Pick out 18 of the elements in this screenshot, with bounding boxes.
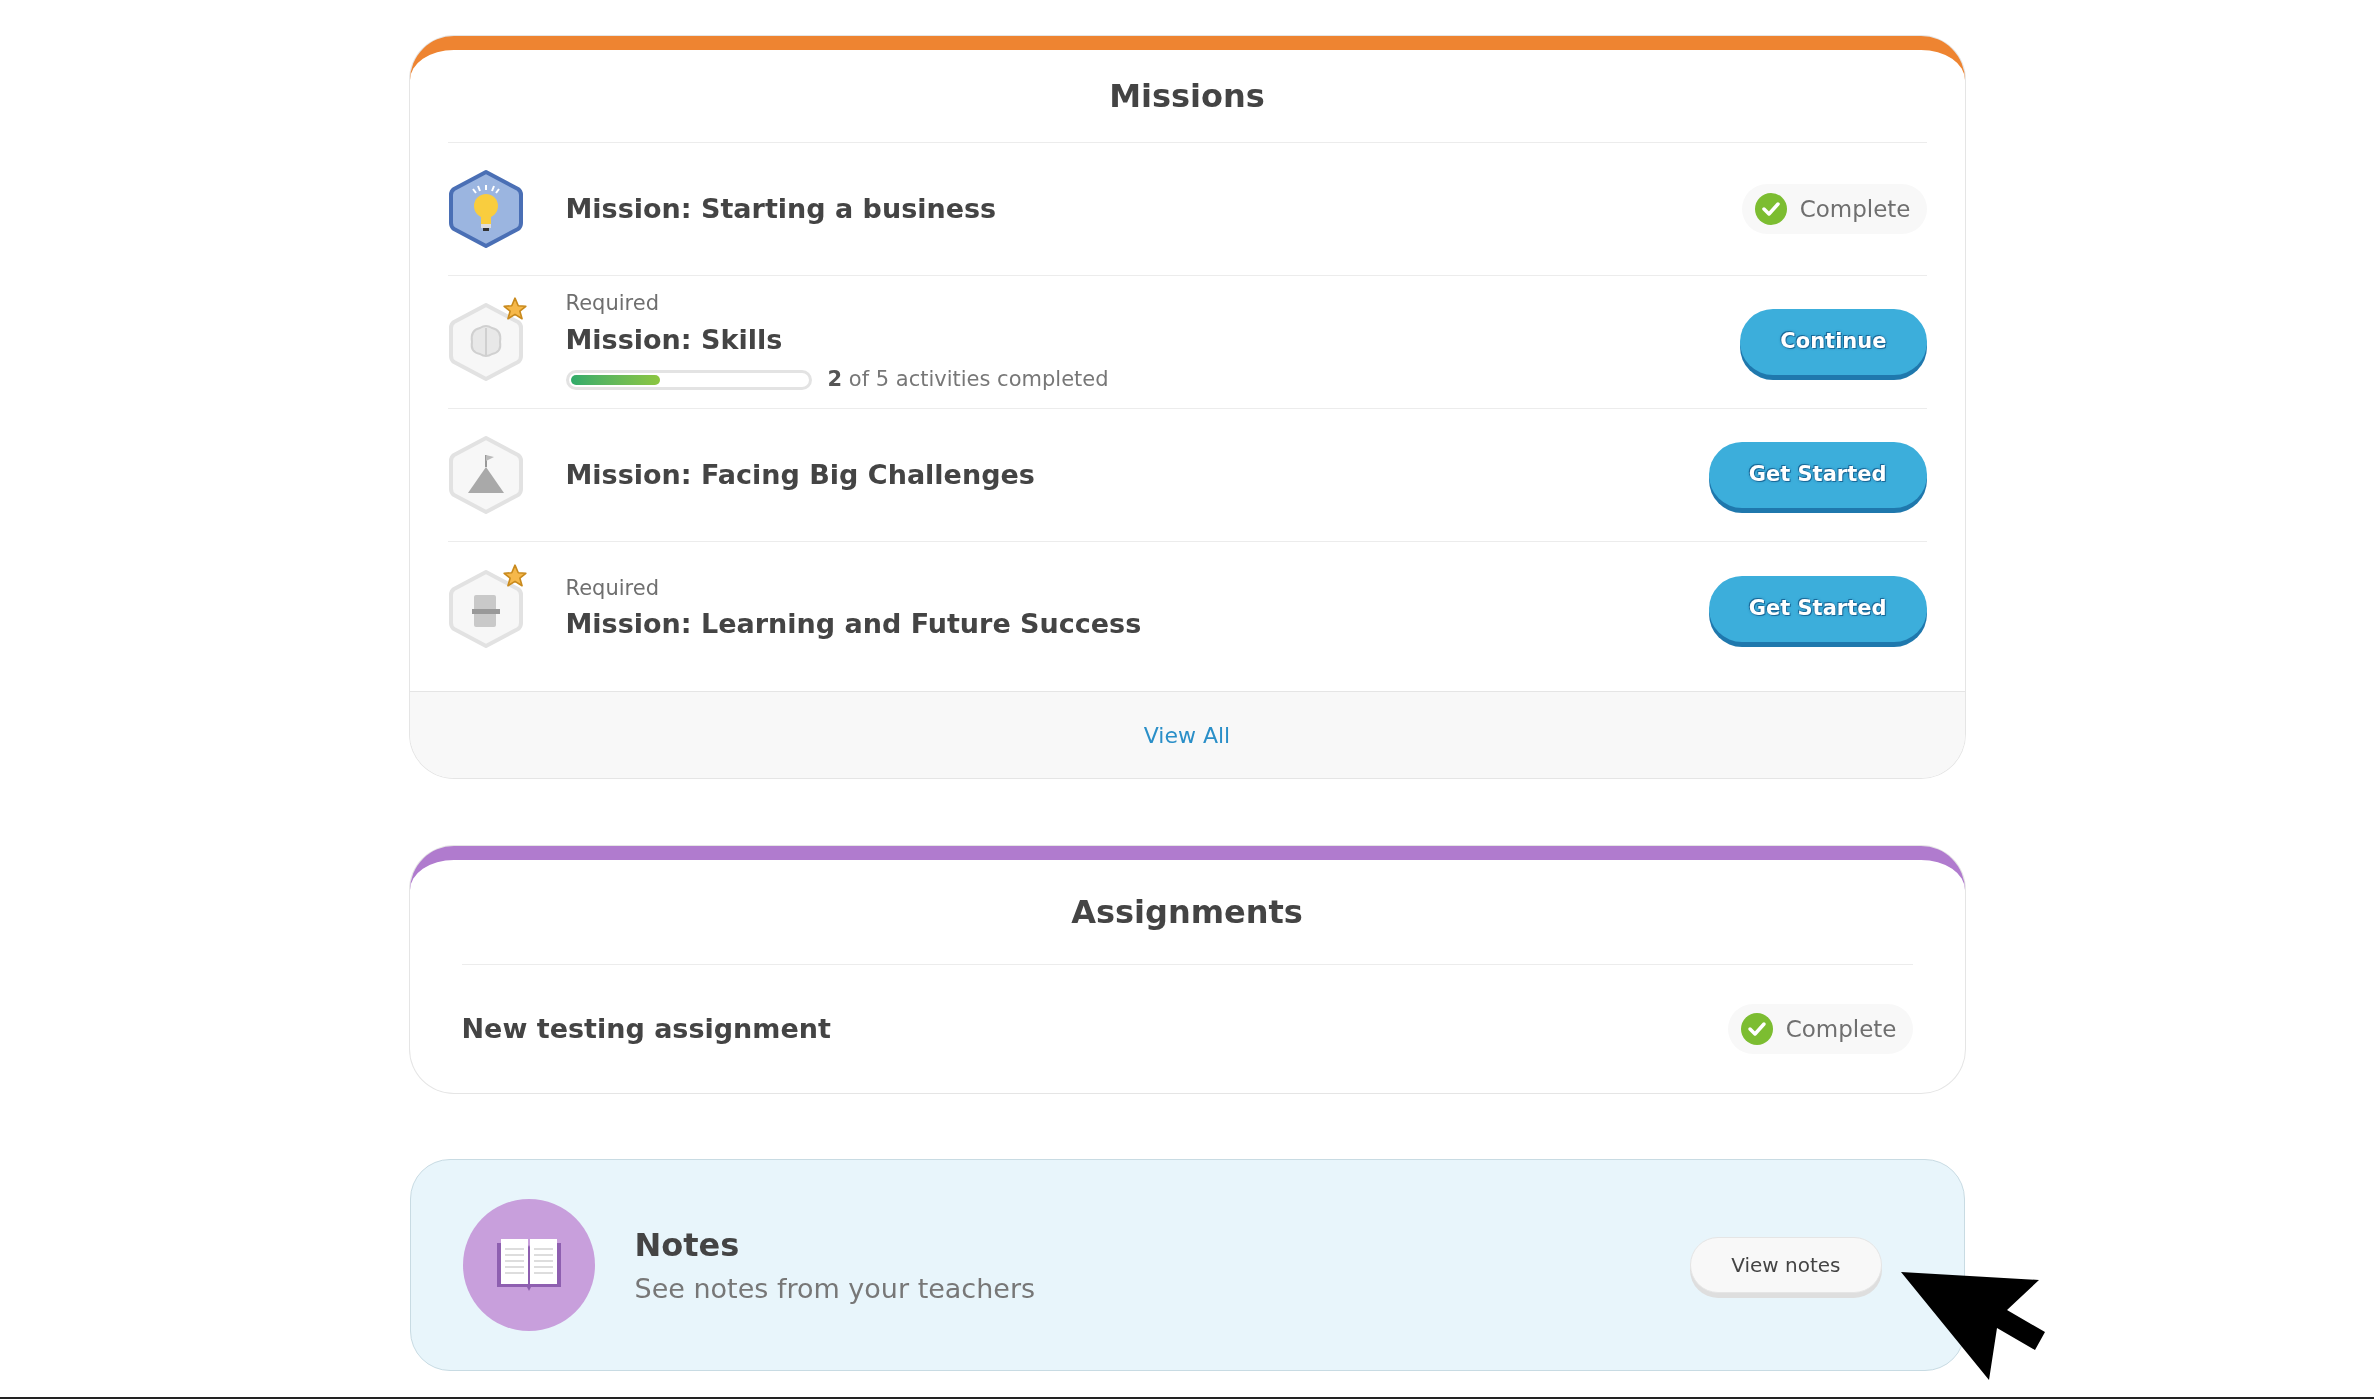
progress-text: 2 of 5 activities completed	[827, 366, 1109, 394]
mission-title: Mission: Facing Big Challenges	[565, 457, 1036, 492]
view-all-link[interactable]: View All	[1143, 718, 1231, 752]
check-icon	[1739, 1012, 1774, 1046]
section-title: Missions	[1109, 76, 1265, 117]
section-title: Assignments	[1071, 892, 1303, 933]
assignment-title: New testing assignment	[461, 1011, 831, 1046]
mission-title: Mission: Skills	[565, 322, 784, 357]
mission-title: Mission: Learning and Future Success	[565, 607, 1143, 641]
notes-title: Notes	[634, 1224, 741, 1266]
check-icon	[1753, 192, 1788, 226]
status-label: Complete	[1785, 1014, 1897, 1044]
required-label: Required	[565, 574, 660, 602]
required-label: Required	[565, 290, 660, 318]
mission-title: Mission: Starting a business	[565, 191, 998, 226]
status-label: Complete	[1799, 194, 1911, 224]
notes-subtitle: See notes from your teachers	[634, 1271, 1037, 1306]
book-icon	[462, 1199, 595, 1331]
